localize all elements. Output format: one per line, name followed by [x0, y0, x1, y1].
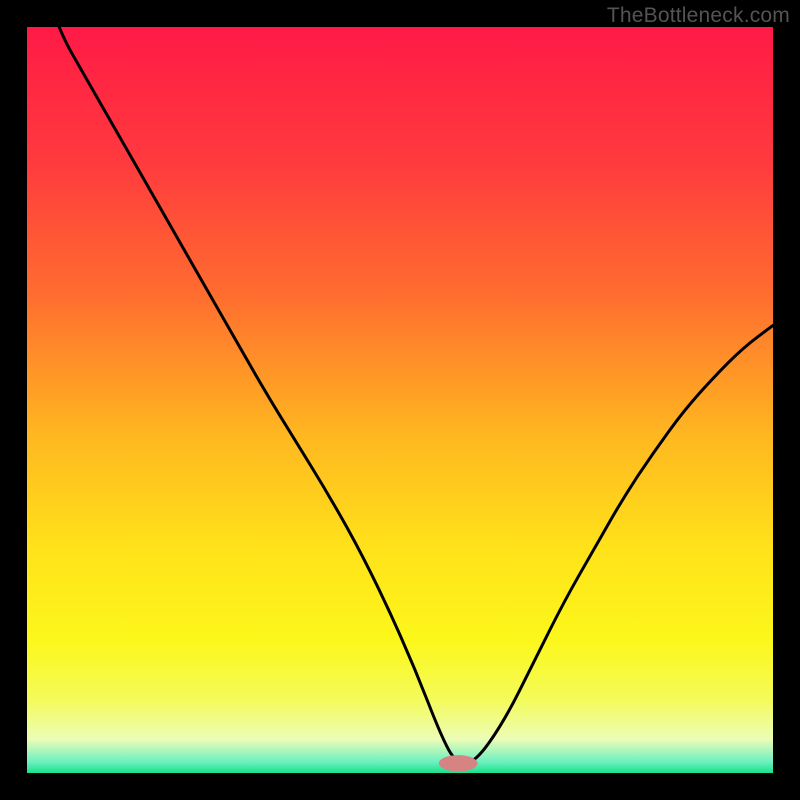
optimal-point-marker — [439, 755, 478, 771]
gradient-background — [27, 27, 773, 773]
chart-frame: TheBottleneck.com — [0, 0, 800, 800]
watermark-text: TheBottleneck.com — [607, 4, 790, 28]
bottleneck-chart — [0, 0, 800, 800]
